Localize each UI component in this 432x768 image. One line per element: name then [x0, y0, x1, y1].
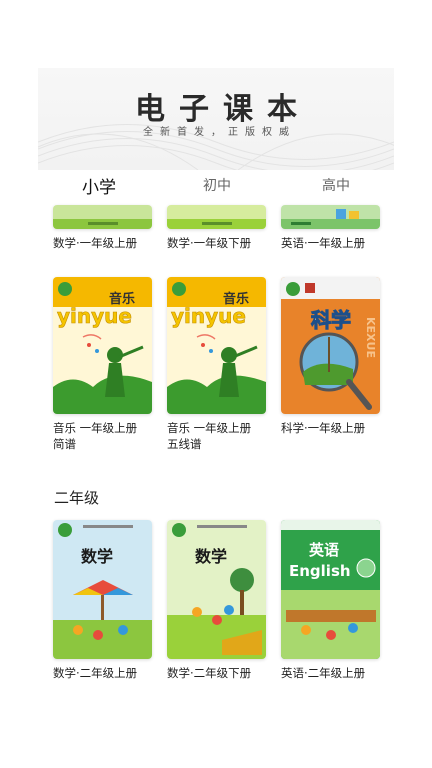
- book-title-line: 音乐 一年级上册: [167, 421, 252, 435]
- book-title: 科学·一年级上册: [281, 420, 411, 436]
- tab-junior[interactable]: 初中: [203, 175, 231, 195]
- cover-subject-text: 科学: [311, 308, 351, 332]
- book-cover: 数学: [53, 520, 152, 659]
- tab-primary[interactable]: 小学: [82, 173, 116, 198]
- book-title-line: 五线谱: [167, 437, 202, 451]
- cover-pinyin-text: yinyue: [57, 304, 132, 328]
- book-title-line: 音乐 一年级上册: [53, 421, 138, 435]
- banner-subtitle: 全新首发，正版权威: [143, 127, 296, 138]
- cover-subject-text: 数学: [81, 547, 113, 566]
- book-cover: [281, 205, 380, 229]
- book-row-grade2: 数学 数学·二年级上册 数学 数学·二年级下册 英语 English 英语·二年…: [0, 520, 432, 685]
- cover-english-text: English: [289, 562, 351, 580]
- book-cover: 音乐 yinyue: [167, 277, 266, 414]
- book-row-top: 数学·一年级上册 数学·一年级下册 英语·一年级上册: [0, 205, 432, 255]
- cover-subject-text: 英语: [309, 541, 339, 559]
- tab-senior[interactable]: 高中: [322, 175, 350, 195]
- book-title: 音乐 一年级上册 五线谱: [167, 420, 297, 452]
- section-header-grade2: 二年级: [54, 489, 100, 507]
- cover-pinyin-text: yinyue: [171, 304, 246, 328]
- book-title-line: 简谱: [53, 437, 76, 451]
- book-title: 音乐 一年级上册 简谱: [53, 420, 183, 452]
- book-title: 数学·二年级上册: [53, 666, 138, 680]
- cover-pinyin-text: KEXUE: [364, 317, 377, 358]
- banner-title: 电子课本: [135, 92, 311, 127]
- book-cover: [167, 205, 266, 229]
- book-cover: 音乐 yinyue: [53, 277, 152, 414]
- book-cover: [53, 205, 152, 229]
- book-title: 数学·二年级下册: [167, 666, 252, 680]
- book-title: 数学·一年级上册: [53, 236, 138, 250]
- book-title: 数学·一年级下册: [167, 236, 252, 250]
- book-cover: 数学: [167, 520, 266, 659]
- grade-tabs: 小学 初中 高中: [0, 175, 432, 205]
- cover-subject-text: 数学: [195, 547, 227, 566]
- book-cover: 科学 KEXUE: [281, 277, 380, 414]
- book-title: 英语·二年级上册: [281, 666, 366, 680]
- app-banner: 电子课本 全新首发，正版权威: [38, 68, 394, 170]
- book-row-music: 音乐 yinyue 音乐 一年级上册 简谱 音乐 yinyue 音乐 一年级上册…: [0, 277, 432, 457]
- book-cover: 英语 English: [281, 520, 380, 659]
- book-title-line: 科学·一年级上册: [281, 421, 366, 435]
- book-title: 英语·一年级上册: [281, 236, 366, 250]
